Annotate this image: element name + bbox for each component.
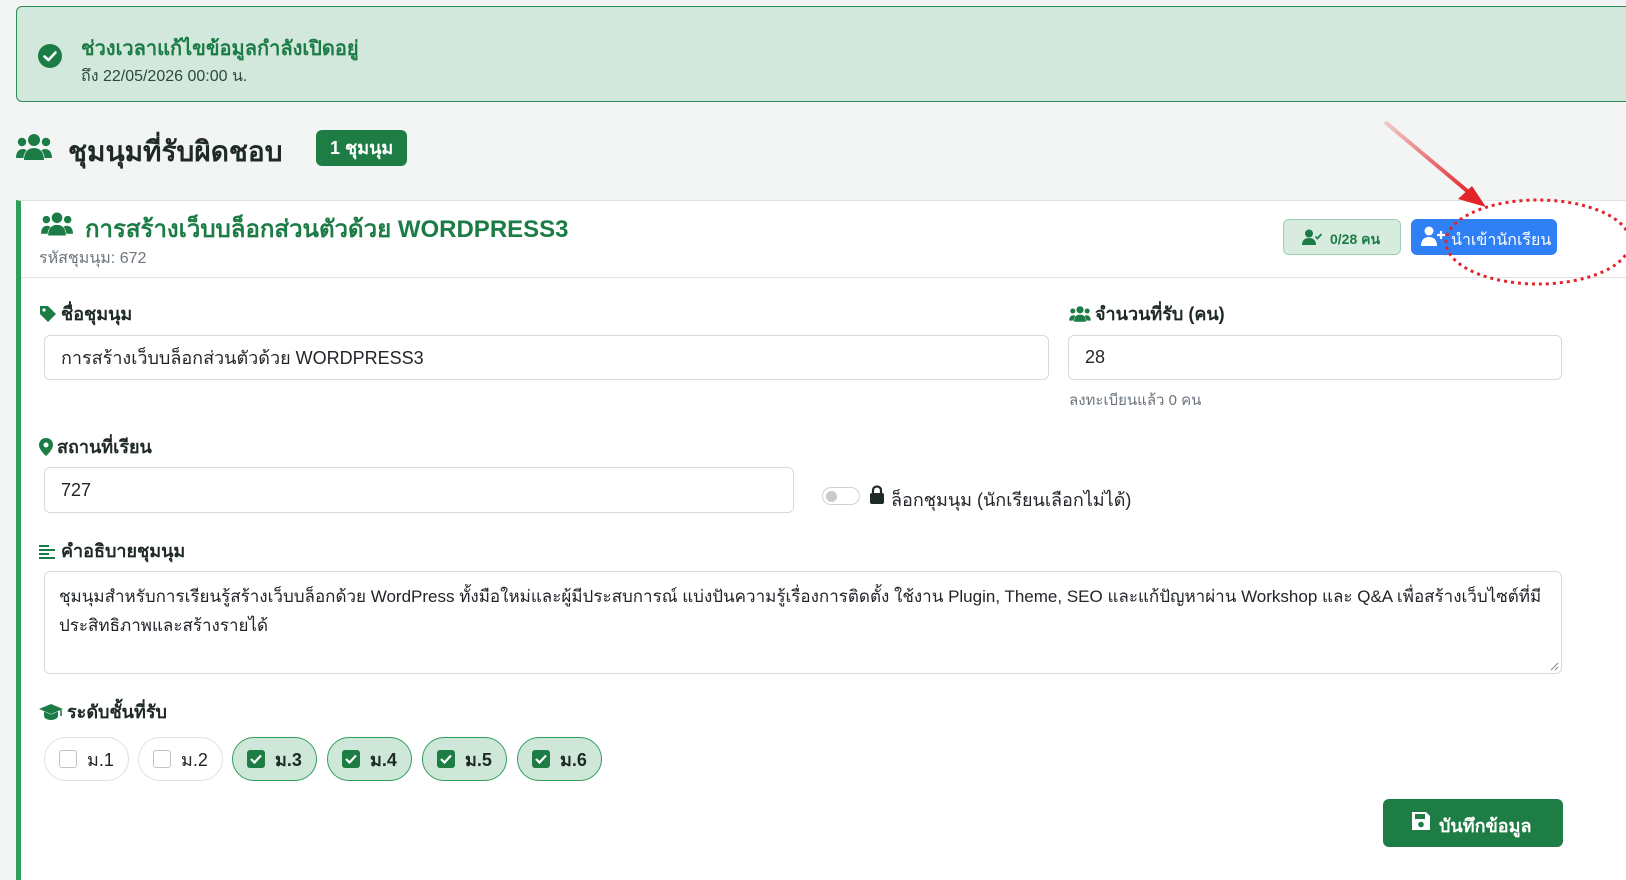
check-icon — [535, 754, 547, 764]
lock-club-label: ล็อกชุมนุม (นักเรียนเลือกไม่ได้) — [891, 490, 1132, 510]
club-name-label: ชื่อชุมนุม — [39, 299, 132, 328]
description-label-text: คำอธิบายชุมนุม — [61, 541, 186, 561]
user-plus-icon — [1421, 226, 1445, 246]
capacity-label: จำนวนที่รับ (คน) — [1069, 299, 1225, 328]
club-name-label-text: ชื่อชุมนุม — [61, 304, 133, 324]
users-icon — [1069, 306, 1091, 322]
grade-label: ม.1 — [87, 749, 114, 770]
club-card-header: การสร้างเว็บบล็อกส่วนตัวด้วย WORDPRESS3 … — [21, 201, 1626, 278]
club-name-heading: การสร้างเว็บบล็อกส่วนตัวด้วย WORDPRESS3 — [85, 216, 569, 243]
capacity-badge[interactable]: 0/28 คน — [1283, 219, 1401, 255]
user-check-icon — [1302, 229, 1322, 245]
alert-title: ช่วงเวลาแก้ไขข้อมูลกำลังเปิดอยู่ — [81, 38, 359, 60]
grades-label-text: ระดับชั้นที่รับ — [67, 702, 167, 722]
align-left-icon — [39, 545, 55, 559]
checkbox-checked[interactable] — [247, 750, 265, 768]
users-icon — [16, 134, 52, 160]
grade-option-m2[interactable]: ม.2 — [138, 737, 223, 781]
import-students-label: นำเข้านักเรียน — [1451, 232, 1552, 249]
checkbox-checked[interactable] — [532, 750, 550, 768]
resize-handle-icon[interactable] — [1549, 661, 1559, 671]
check-circle-icon — [38, 44, 62, 68]
grade-option-m4[interactable]: ม.4 — [327, 737, 412, 781]
capacity-label-text: จำนวนที่รับ (คน) — [1095, 304, 1225, 324]
graduation-cap-icon — [39, 704, 63, 720]
grade-option-m6[interactable]: ม.6 — [517, 737, 602, 781]
checkbox-checked[interactable] — [342, 750, 360, 768]
check-icon — [440, 754, 452, 764]
users-icon — [41, 212, 73, 236]
lock-icon — [870, 485, 884, 504]
club-name-input[interactable]: การสร้างเว็บบล็อกส่วนตัวด้วย WORDPRESS3 — [44, 335, 1049, 380]
grade-label: ม.6 — [560, 749, 587, 770]
description-label: คำอธิบายชุมนุม — [39, 536, 185, 565]
alert-subtitle: ถึง 22/05/2026 00:00 น. — [81, 68, 248, 85]
lock-club-toggle[interactable] — [822, 487, 860, 505]
check-icon — [250, 754, 262, 764]
location-input[interactable]: 727 — [44, 467, 794, 513]
club-code: รหัสชุมนุม: 672 — [39, 250, 147, 267]
grade-option-m1[interactable]: ม.1 — [44, 737, 129, 781]
club-count-badge: 1 ชุมนุม — [316, 130, 408, 166]
tag-icon — [40, 306, 56, 322]
grades-label: ระดับชั้นที่รับ — [39, 697, 167, 726]
annotation-arrow — [1383, 120, 1474, 197]
section-title: ชุมนุมที่รับผิดชอบ — [68, 136, 283, 167]
edit-window-alert: ช่วงเวลาแก้ไขข้อมูลกำลังเปิดอยู่ ถึง 22/… — [16, 6, 1626, 102]
location-label: สถานที่เรียน — [39, 432, 152, 461]
save-icon — [1412, 812, 1430, 830]
description-textarea[interactable]: ชุมนุมสำหรับการเรียนรู้สร้างเว็บบล็อกด้ว… — [44, 571, 1562, 674]
grade-label: ม.5 — [465, 749, 492, 770]
grade-option-m3[interactable]: ม.3 — [232, 737, 317, 781]
grade-option-m5[interactable]: ม.5 — [422, 737, 507, 781]
grade-label: ม.4 — [370, 749, 397, 770]
check-icon — [345, 754, 357, 764]
import-students-button[interactable]: นำเข้านักเรียน — [1411, 219, 1557, 255]
registered-count-help: ลงทะเบียนแล้ว 0 คน — [1069, 392, 1202, 409]
description-text: ชุมนุมสำหรับการเรียนรู้สร้างเว็บบล็อกด้ว… — [59, 587, 1542, 635]
grade-label: ม.2 — [181, 749, 208, 770]
capacity-input[interactable]: 28 — [1068, 335, 1562, 380]
map-pin-icon — [39, 438, 53, 456]
toggle-knob — [826, 491, 837, 502]
grade-label: ม.3 — [275, 749, 302, 770]
capacity-badge-label: 0/28 คน — [1330, 231, 1381, 247]
save-button[interactable]: บันทึกข้อมูล — [1383, 799, 1563, 847]
checkbox-unchecked[interactable] — [59, 750, 77, 768]
save-button-label: บันทึกข้อมูล — [1439, 816, 1532, 836]
checkbox-unchecked[interactable] — [153, 750, 171, 768]
checkbox-checked[interactable] — [437, 750, 455, 768]
location-label-text: สถานที่เรียน — [57, 437, 152, 457]
club-card: การสร้างเว็บบล็อกส่วนตัวด้วย WORDPRESS3 … — [16, 200, 1626, 880]
